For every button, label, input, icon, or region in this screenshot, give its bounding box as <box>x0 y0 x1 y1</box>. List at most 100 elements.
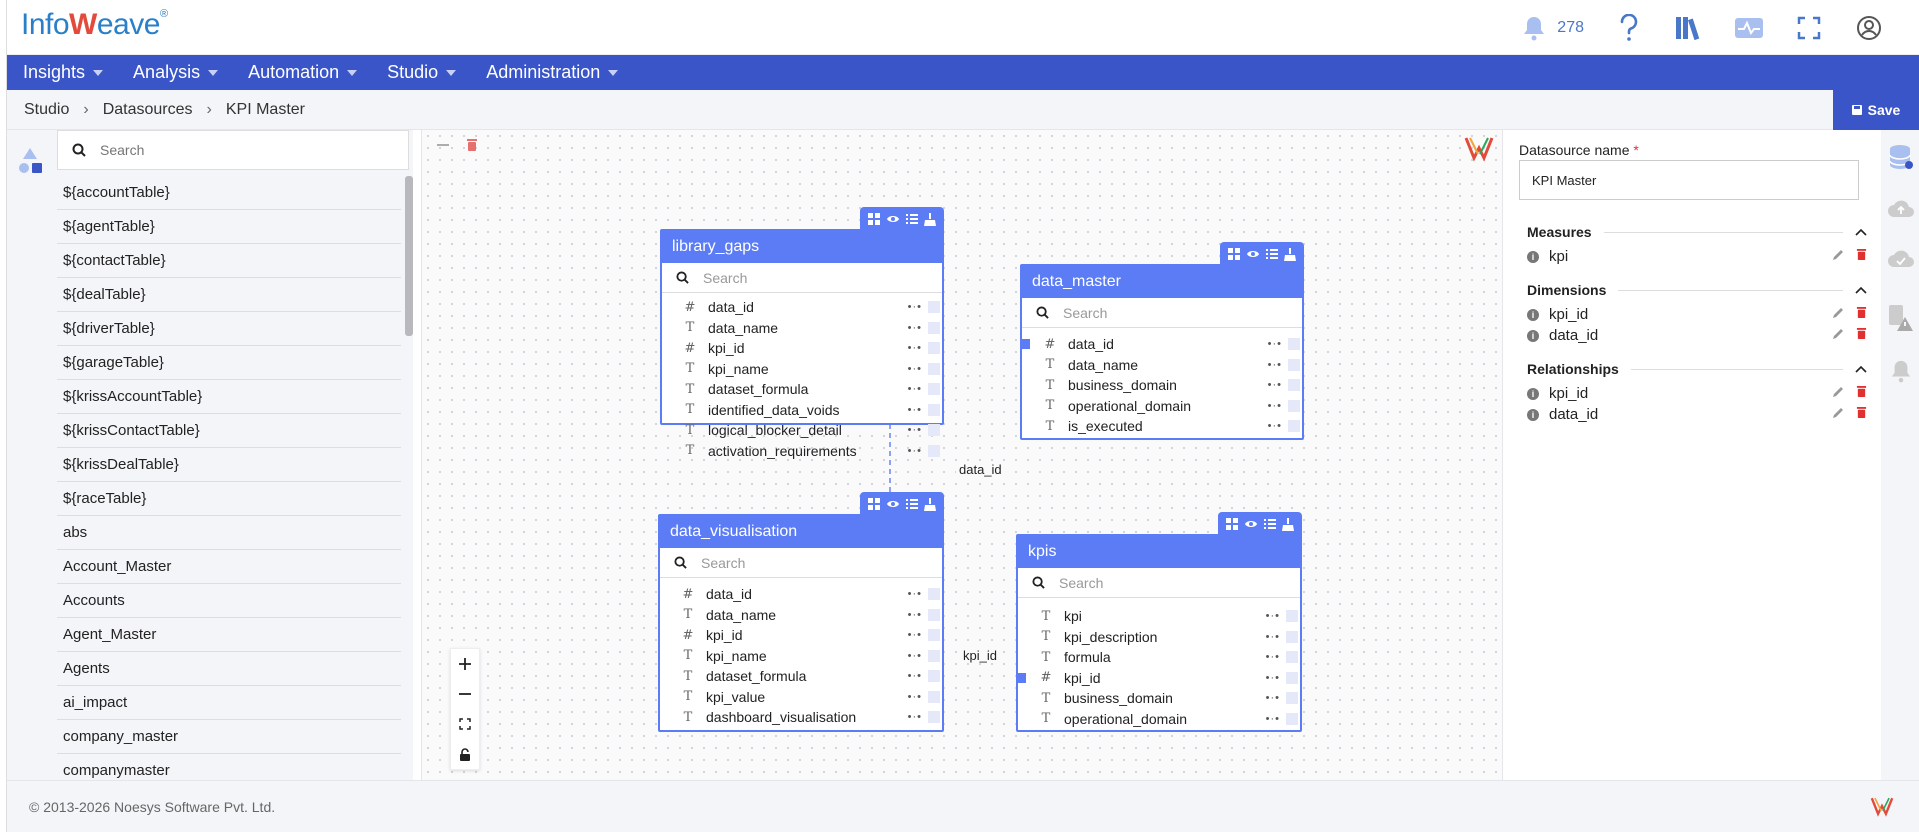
field-row[interactable]: # kpi_id •·• <box>662 338 942 359</box>
list-item[interactable]: ${raceTable} <box>57 482 401 516</box>
notifications[interactable]: 278 <box>1519 13 1584 43</box>
field-menu-icon[interactable]: •·• <box>908 322 922 334</box>
field-menu-icon[interactable]: •·• <box>908 404 922 416</box>
field-row[interactable]: Tkpi_value •·• <box>660 687 942 708</box>
nav-studio[interactable]: Studio <box>387 62 457 83</box>
edit-icon[interactable] <box>1832 248 1844 265</box>
field-menu-icon[interactable]: •·• <box>1268 338 1282 350</box>
fit-view-button[interactable] <box>451 709 479 739</box>
field-menu-icon[interactable]: •·• <box>1268 420 1282 432</box>
table-card-data-master[interactable]: data_master Search # data_id •·• Tdata_name… <box>1020 242 1304 440</box>
save-button[interactable]: Save <box>1833 90 1919 130</box>
eye-icon[interactable] <box>1246 248 1260 260</box>
field-checkbox[interactable] <box>928 629 940 642</box>
nav-analysis[interactable]: Analysis <box>133 62 219 83</box>
database-settings-icon[interactable] <box>1885 142 1917 174</box>
field-row[interactable]: # data_id •·• <box>660 584 942 605</box>
field-checkbox[interactable] <box>928 670 940 683</box>
field-checkbox[interactable] <box>928 690 940 703</box>
table-title[interactable]: data_master <box>1022 266 1302 298</box>
nav-administration[interactable]: Administration <box>486 62 619 83</box>
trash-icon[interactable] <box>1856 248 1867 265</box>
field-row[interactable]: Tis_executed •·• <box>1022 416 1302 437</box>
app-logo[interactable]: InfoWeave® <box>21 8 168 42</box>
field-menu-icon[interactable]: •·• <box>908 445 922 457</box>
section-header[interactable]: Measures <box>1527 222 1867 242</box>
field-menu-icon[interactable]: •·• <box>908 691 922 703</box>
clean-icon[interactable] <box>924 212 936 226</box>
info-icon[interactable]: i <box>1527 387 1539 400</box>
list-item[interactable]: Account_Master <box>57 550 401 584</box>
field-menu-icon[interactable]: •·• <box>908 363 922 375</box>
list-item[interactable]: Agent_Master <box>57 618 401 652</box>
search-input[interactable] <box>100 142 380 158</box>
list-icon[interactable] <box>1266 248 1278 260</box>
nav-insights[interactable]: Insights <box>23 62 104 83</box>
list-item[interactable]: ${driverTable} <box>57 312 401 346</box>
field-row[interactable]: Tbusiness_domain •·• <box>1022 375 1302 396</box>
field-menu-icon[interactable]: •·• <box>1268 400 1282 412</box>
field-row[interactable]: Tkpi_name •·• <box>662 359 942 380</box>
field-checkbox[interactable] <box>1288 358 1300 371</box>
library-icon[interactable] <box>1674 13 1704 43</box>
field-row[interactable]: Tkpi_description •·• <box>1018 627 1300 648</box>
table-search[interactable]: Search <box>662 263 942 293</box>
edit-icon[interactable] <box>1832 406 1844 423</box>
field-menu-icon[interactable]: •·• <box>908 342 922 354</box>
bell-icon[interactable] <box>1519 13 1549 43</box>
table-search[interactable]: Search <box>1022 298 1302 328</box>
list-item[interactable]: abs <box>57 516 401 550</box>
list-item[interactable]: ${dealTable} <box>57 278 401 312</box>
zoom-in-button[interactable] <box>451 649 479 679</box>
field-row[interactable]: Toperational_domain •·• <box>1018 709 1300 730</box>
field-checkbox[interactable] <box>928 649 940 662</box>
list-item[interactable]: companymaster <box>57 754 401 780</box>
scrollbar[interactable] <box>405 176 413 336</box>
field-row[interactable]: Tdata_name •·• <box>1022 355 1302 376</box>
connection-port[interactable] <box>1016 672 1026 683</box>
field-menu-icon[interactable]: •·• <box>1266 631 1280 643</box>
trash-icon[interactable] <box>1856 306 1867 323</box>
shapes-icon[interactable] <box>17 146 43 176</box>
info-icon[interactable]: i <box>1527 250 1539 263</box>
field-row[interactable]: Tidentified_data_voids •·• <box>662 400 942 421</box>
section-header[interactable]: Dimensions <box>1527 280 1867 300</box>
field-row[interactable]: Tlogical_blocker_detail •·• <box>662 420 942 441</box>
section-header[interactable]: Relationships <box>1527 359 1867 379</box>
table-card-library-gaps[interactable]: library_gaps Search # data_id •·• Tdata_nam… <box>660 207 944 459</box>
field-row[interactable]: # data_id •·• <box>1020 334 1302 355</box>
user-icon[interactable] <box>1854 13 1884 43</box>
table-title[interactable]: kpis <box>1018 536 1300 568</box>
eye-icon[interactable] <box>886 498 900 510</box>
field-menu-icon[interactable]: •·• <box>908 711 922 723</box>
list-item[interactable]: ai_impact <box>57 686 401 720</box>
field-menu-icon[interactable]: •·• <box>1268 379 1282 391</box>
field-menu-icon[interactable]: •·• <box>1266 672 1280 684</box>
chevron-up-icon[interactable] <box>1855 228 1867 236</box>
table-card-data-visualisation[interactable]: data_visualisation Search # data_id •·• Tda… <box>658 492 944 732</box>
list-item[interactable]: ${garageTable} <box>57 346 401 380</box>
field-row[interactable]: # kpi_id •·• <box>660 625 942 646</box>
cloud-check-icon[interactable] <box>1885 242 1917 274</box>
field-checkbox[interactable] <box>1286 630 1298 643</box>
field-checkbox[interactable] <box>1286 610 1298 623</box>
field-menu-icon[interactable]: •·• <box>908 629 922 641</box>
field-checkbox[interactable] <box>1286 651 1298 664</box>
field-row[interactable]: Tkpi_name •·• <box>660 646 942 667</box>
field-menu-icon[interactable]: •·• <box>908 383 922 395</box>
field-checkbox[interactable] <box>928 588 940 601</box>
list-item[interactable]: Agents <box>57 652 401 686</box>
field-checkbox[interactable] <box>1286 671 1298 684</box>
edit-icon[interactable] <box>1832 306 1844 323</box>
info-icon[interactable]: i <box>1527 308 1539 321</box>
field-checkbox[interactable] <box>1288 399 1300 412</box>
field-menu-icon[interactable]: •·• <box>908 670 922 682</box>
field-row[interactable]: Tbusiness_domain •·• <box>1018 688 1300 709</box>
relationship-label[interactable]: data_id <box>956 462 1005 477</box>
diagram-canvas[interactable]: data_id kpi_id library_gaps Search # data… <box>421 130 1503 780</box>
bell-icon[interactable] <box>1885 355 1917 387</box>
grid-icon[interactable] <box>1228 248 1240 260</box>
field-checkbox[interactable] <box>1286 692 1298 705</box>
clean-icon[interactable] <box>924 497 936 511</box>
field-menu-icon[interactable]: •·• <box>1268 359 1282 371</box>
